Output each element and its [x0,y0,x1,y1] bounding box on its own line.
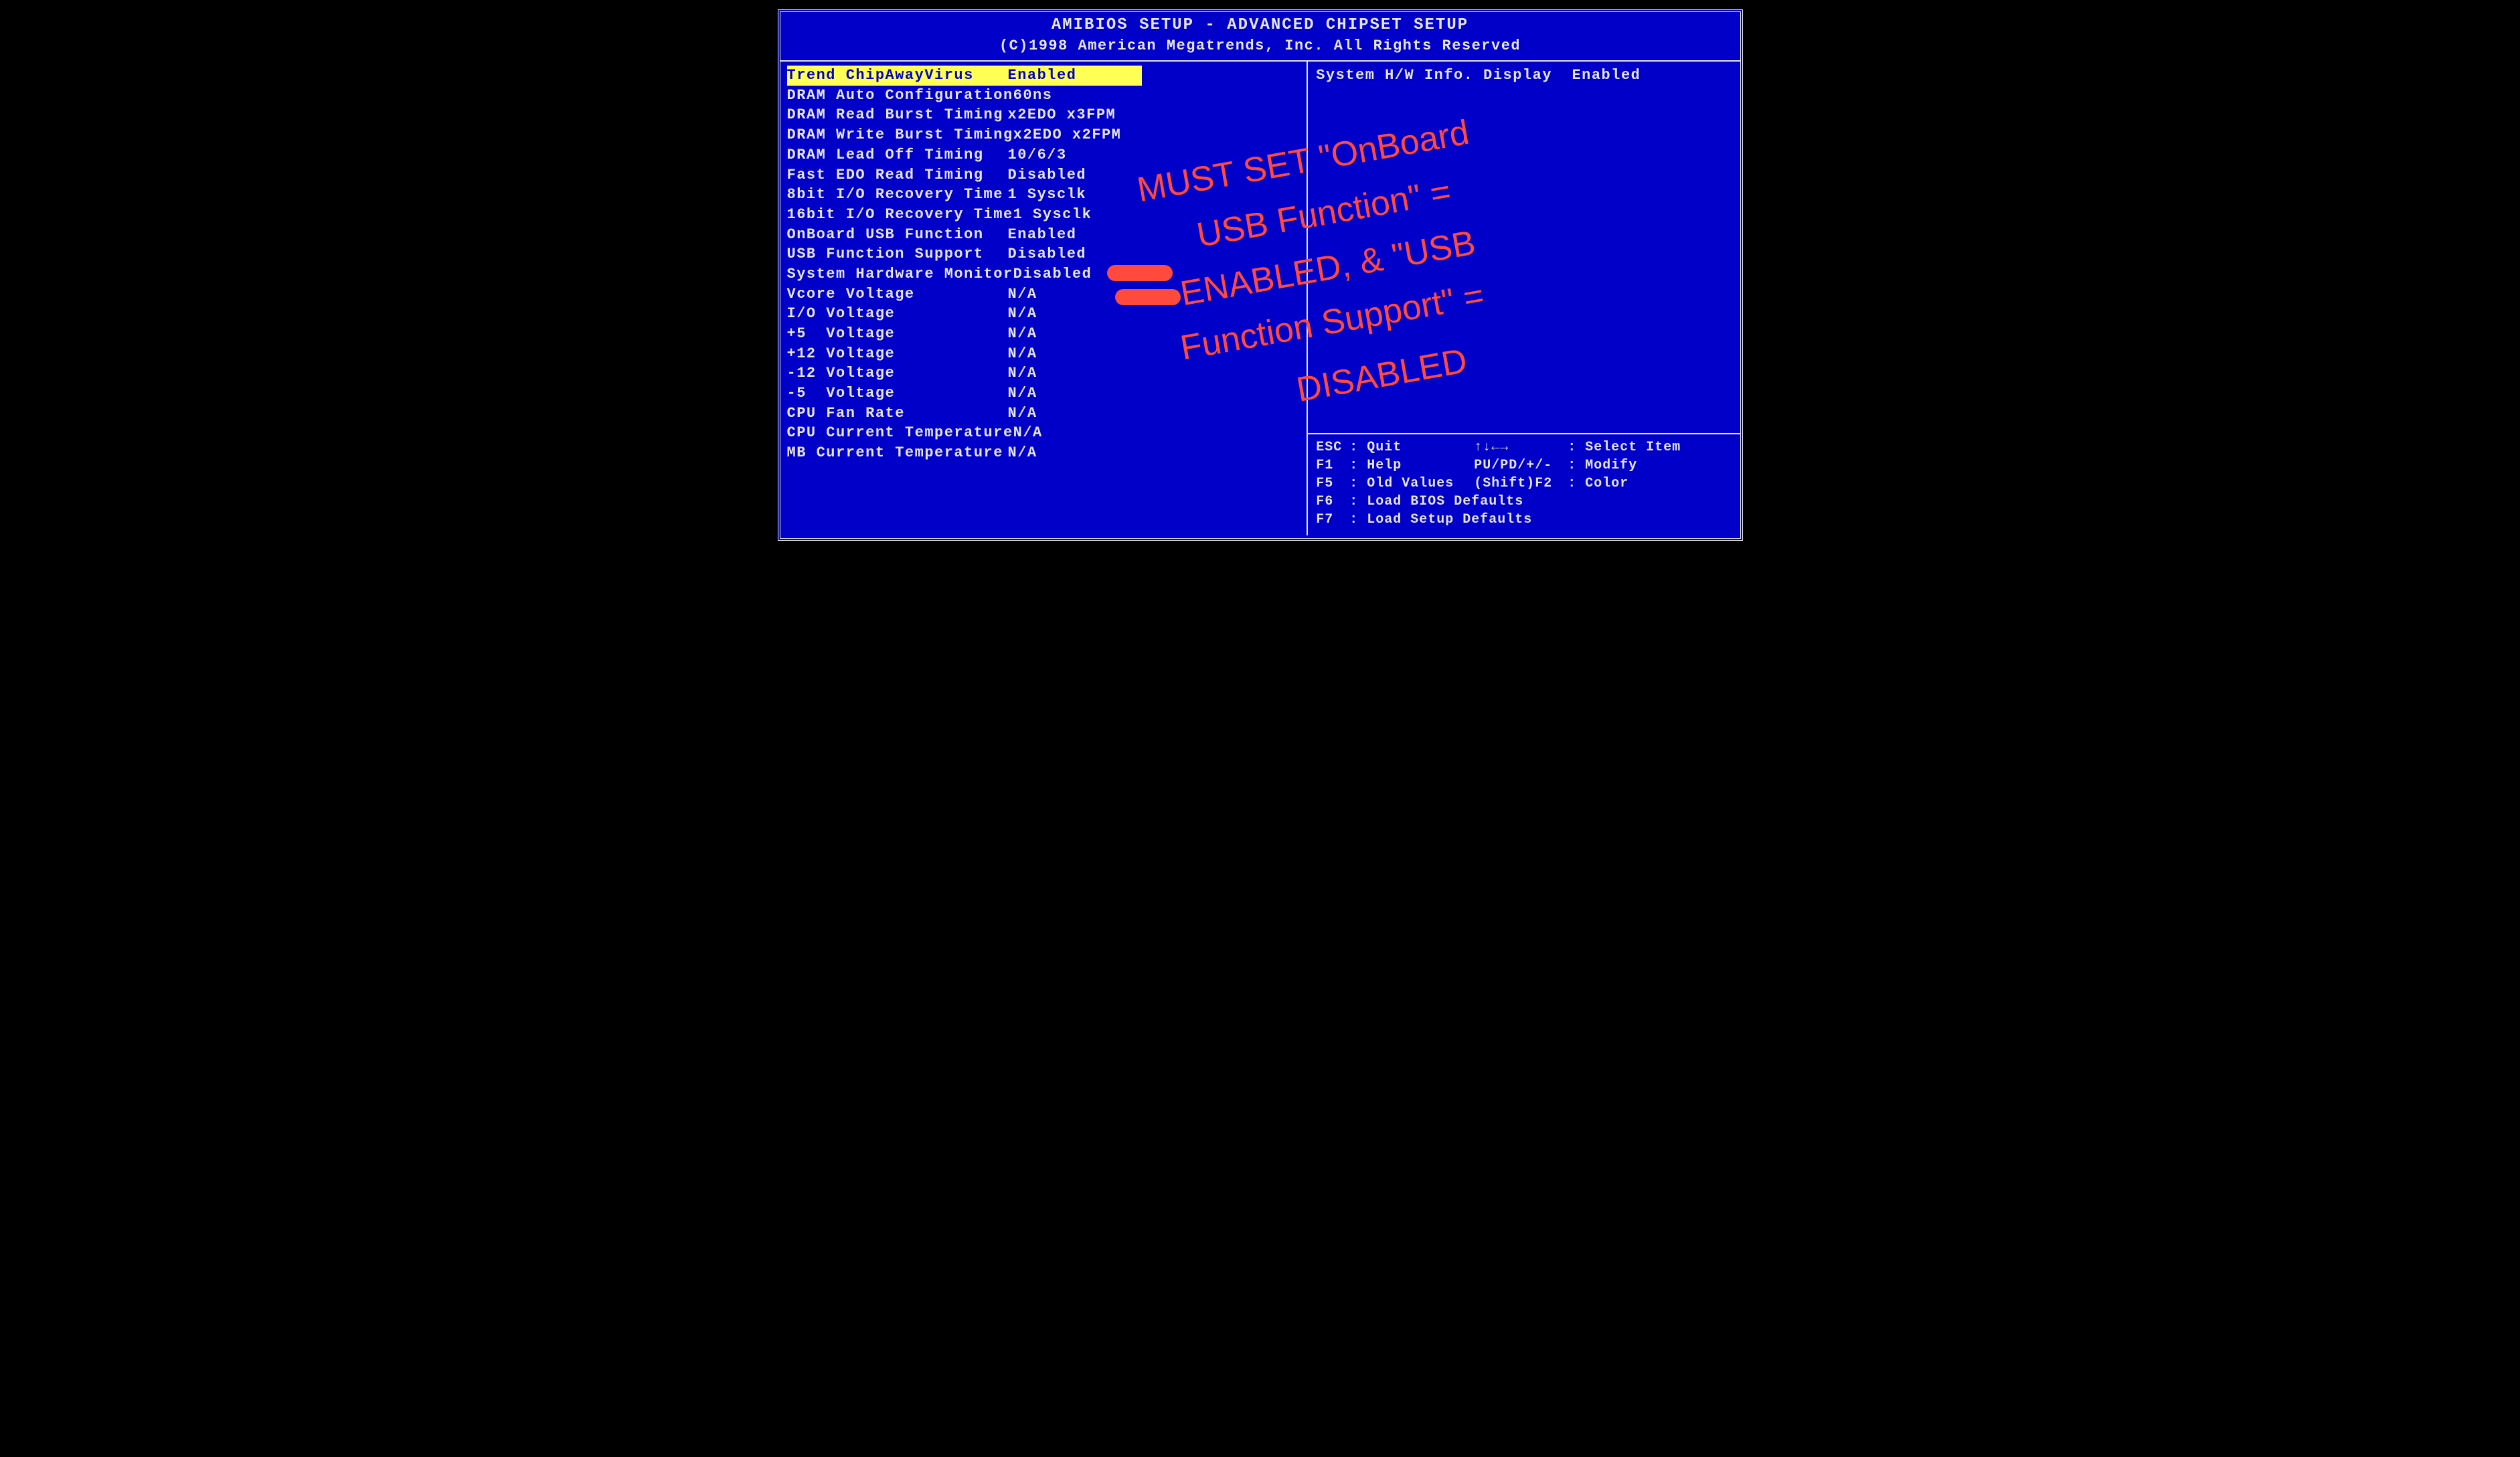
setting-label: CPU Fan Rate [787,404,1008,424]
setting-label: 16bit I/O Recovery Time [787,205,1013,225]
help-key: ↑↓←→ [1474,438,1568,456]
setting-row[interactable]: Trend ChipAwayVirusEnabled [787,66,1142,86]
help-action: Load Setup Defaults [1367,511,1532,529]
right-pane: System H/W Info. Display Enabled ESC: Qu… [1308,62,1740,535]
setting-label: Vcore Voltage [787,284,1008,305]
help-key: F6 [1316,493,1349,511]
setting-label: 8bit I/O Recovery Time [787,185,1008,205]
setting-value: Disabled [1013,264,1300,284]
setting-label: -12 Voltage [787,363,1008,383]
hw-info-value: Enabled [1572,66,1641,86]
info-pane: System H/W Info. Display Enabled [1308,62,1740,434]
setting-row[interactable]: MB Current TemperatureN/A [787,443,1300,463]
help-row: F6: Load BIOS Defaults [1316,493,1732,511]
bios-header: AMIBIOS SETUP - ADVANCED CHIPSET SETUP (… [780,12,1740,62]
settings-pane: Trend ChipAwayVirusEnabledDRAM Auto Conf… [780,62,1309,535]
setting-value: N/A [1013,423,1300,443]
setting-row[interactable]: OnBoard USB FunctionEnabled [787,225,1300,245]
setting-value: x2EDO x2FPM [1013,125,1300,145]
help-key: F7 [1316,511,1349,529]
bios-body: Trend ChipAwayVirusEnabledDRAM Auto Conf… [780,62,1740,535]
setting-value: 10/6/3 [1008,145,1300,165]
setting-value: 60ns [1013,86,1300,106]
setting-row[interactable]: USB Function SupportDisabled [787,244,1300,264]
setting-row[interactable]: CPU Fan RateN/A [787,404,1300,424]
setting-value: x2EDO x3FPM [1008,105,1300,125]
help-action: Select Item [1585,438,1732,456]
setting-row[interactable]: -5 VoltageN/A [787,383,1300,404]
setting-value: 1 Sysclk [1008,185,1300,205]
help-key: F5 [1316,475,1349,493]
setting-value: Enabled [1008,66,1142,86]
setting-label: MB Current Temperature [787,443,1008,463]
help-pane: ESC: Quit↑↓←→: Select ItemF1: HelpPU/PD/… [1308,434,1740,535]
setting-label: +12 Voltage [787,344,1008,364]
setting-row[interactable]: Fast EDO Read TimingDisabled [787,165,1300,185]
help-action: Help [1367,456,1474,475]
setting-row[interactable]: +12 VoltageN/A [787,344,1300,364]
setting-label: CPU Current Temperature [787,423,1013,443]
setting-label: Fast EDO Read Timing [787,165,1008,185]
setting-row[interactable]: DRAM Read Burst Timingx2EDO x3FPM [787,105,1300,125]
setting-row[interactable]: System Hardware MonitorDisabled [787,264,1300,284]
setting-value: N/A [1008,363,1300,383]
setting-row[interactable]: 16bit I/O Recovery Time1 Sysclk [787,205,1300,225]
setting-label: +5 Voltage [787,324,1008,344]
setting-row[interactable]: DRAM Write Burst Timingx2EDO x2FPM [787,125,1300,145]
bios-title: AMIBIOS SETUP - ADVANCED CHIPSET SETUP [780,15,1740,36]
help-action: Old Values [1367,475,1474,493]
setting-row[interactable]: +5 VoltageN/A [787,324,1300,344]
help-key [1523,493,1617,511]
setting-label: -5 Voltage [787,383,1008,404]
hw-info-row[interactable]: System H/W Info. Display Enabled [1316,66,1732,86]
setting-value: N/A [1008,383,1300,404]
setting-value: N/A [1008,344,1300,364]
setting-row[interactable]: I/O VoltageN/A [787,304,1300,324]
crt-screen: AMIBIOS SETUP - ADVANCED CHIPSET SETUP (… [768,0,1752,550]
bios-window: AMIBIOS SETUP - ADVANCED CHIPSET SETUP (… [778,9,1743,541]
setting-value: Disabled [1008,244,1300,264]
setting-row[interactable]: Vcore VoltageN/A [787,284,1300,305]
help-key: PU/PD/+/- [1474,456,1568,475]
bios-copyright: (C)1998 American Megatrends, Inc. All Ri… [780,36,1740,56]
hw-info-label: System H/W Info. Display [1316,66,1552,86]
setting-label: System Hardware Monitor [787,264,1013,284]
setting-label: DRAM Auto Configuration [787,86,1013,106]
help-row: F1: HelpPU/PD/+/-: Modify [1316,456,1732,475]
setting-label: I/O Voltage [787,304,1008,324]
setting-value: N/A [1008,304,1300,324]
setting-label: DRAM Read Burst Timing [787,105,1008,125]
help-key: ESC [1316,438,1349,456]
help-action: Load BIOS Defaults [1367,493,1523,511]
help-action [1639,511,1732,529]
setting-label: OnBoard USB Function [787,225,1008,245]
setting-row[interactable]: DRAM Lead Off Timing10/6/3 [787,145,1300,165]
setting-label: Trend ChipAwayVirus [787,66,1008,86]
setting-row[interactable]: -12 VoltageN/A [787,363,1300,383]
setting-value: N/A [1008,443,1300,463]
help-row: F7: Load Setup Defaults [1316,511,1732,529]
setting-row[interactable]: CPU Current TemperatureN/A [787,423,1300,443]
setting-row[interactable]: 8bit I/O Recovery Time1 Sysclk [787,185,1300,205]
setting-row[interactable]: DRAM Auto Configuration60ns [787,86,1300,106]
settings-list[interactable]: Trend ChipAwayVirusEnabledDRAM Auto Conf… [787,66,1300,463]
setting-value: 1 Sysclk [1013,205,1300,225]
setting-value: N/A [1008,324,1300,344]
help-key: (Shift)F2 [1474,475,1568,493]
setting-value: Disabled [1008,165,1300,185]
help-row: F5: Old Values(Shift)F2: Color [1316,475,1732,493]
help-action [1630,493,1732,511]
setting-value: N/A [1008,284,1300,305]
setting-label: DRAM Write Burst Timing [787,125,1013,145]
help-action: Modify [1585,456,1732,475]
help-action: Quit [1367,438,1474,456]
setting-label: DRAM Lead Off Timing [787,145,1008,165]
setting-value: Enabled [1008,225,1300,245]
help-key: F1 [1316,456,1349,475]
help-row: ESC: Quit↑↓←→: Select Item [1316,438,1732,456]
help-key [1532,511,1626,529]
help-action: Color [1585,475,1732,493]
setting-label: USB Function Support [787,244,1008,264]
setting-value: N/A [1008,404,1300,424]
